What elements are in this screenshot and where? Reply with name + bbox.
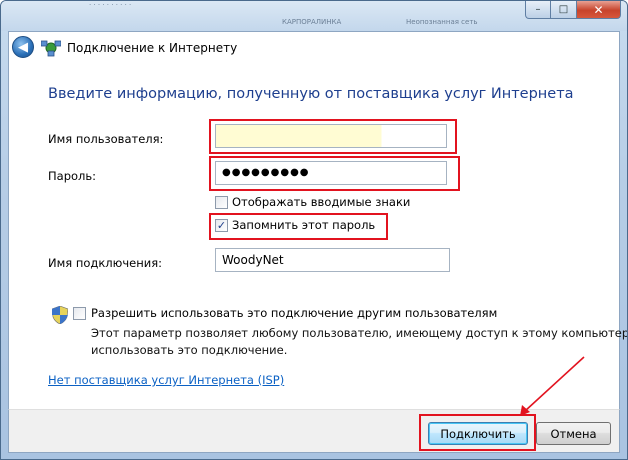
dialog-title: Подключение к Интернету — [67, 41, 238, 55]
dialog-header: ◀ Подключение к Интернету — [8, 31, 620, 63]
show-chars-label: Отображать вводимые знаки — [232, 195, 411, 209]
remember-password-highlight-box — [209, 213, 388, 240]
dialog-footer: Подключить Отмена — [8, 409, 620, 453]
ghost-text-1: КАРПОРАЛИНКА — [282, 18, 342, 26]
password-label: Пароль: — [48, 169, 97, 183]
close-button[interactable]: ✕ — [577, 1, 621, 19]
allow-others-description-line1: Этот параметр позволяет любому пользоват… — [91, 326, 628, 340]
password-highlight-box — [209, 156, 460, 191]
dialog-content: Введите информацию, полученную от постав… — [8, 63, 627, 409]
connection-name-input[interactable]: WoodyNet — [215, 248, 450, 272]
maximize-button[interactable]: □ — [551, 1, 577, 19]
allow-others-label: Разрешить использовать это подключение д… — [91, 306, 498, 320]
allow-others-checkbox[interactable] — [73, 307, 86, 320]
back-arrow-icon: ◀ — [18, 39, 28, 55]
allow-others-description-line2: использовать это подключение. — [91, 343, 288, 357]
cancel-button[interactable]: Отмена — [536, 422, 611, 445]
connection-name-label: Имя подключения: — [48, 256, 162, 270]
dialog-window: . . . . . . . . . . КАРПОРАЛИНКА Неопозн… — [0, 0, 628, 460]
minimize-button[interactable]: – — [525, 1, 551, 19]
username-label: Имя пользователя: — [48, 132, 164, 146]
ghost-text: . . . . . . . . . . — [89, 0, 132, 7]
username-highlight-box — [209, 119, 457, 154]
ghost-text-2: Неопознанная сеть — [406, 18, 478, 26]
connect-highlight-box — [419, 414, 536, 451]
back-button[interactable]: ◀ — [12, 36, 34, 58]
instruction-heading: Введите информацию, полученную от постав… — [48, 86, 574, 102]
uac-shield-icon — [52, 306, 68, 324]
no-isp-link[interactable]: Нет поставщика услуг Интернета (ISP) — [48, 373, 284, 387]
caption-buttons: – □ ✕ — [525, 1, 621, 19]
network-connection-icon — [41, 40, 61, 57]
show-chars-checkbox[interactable] — [215, 196, 228, 209]
